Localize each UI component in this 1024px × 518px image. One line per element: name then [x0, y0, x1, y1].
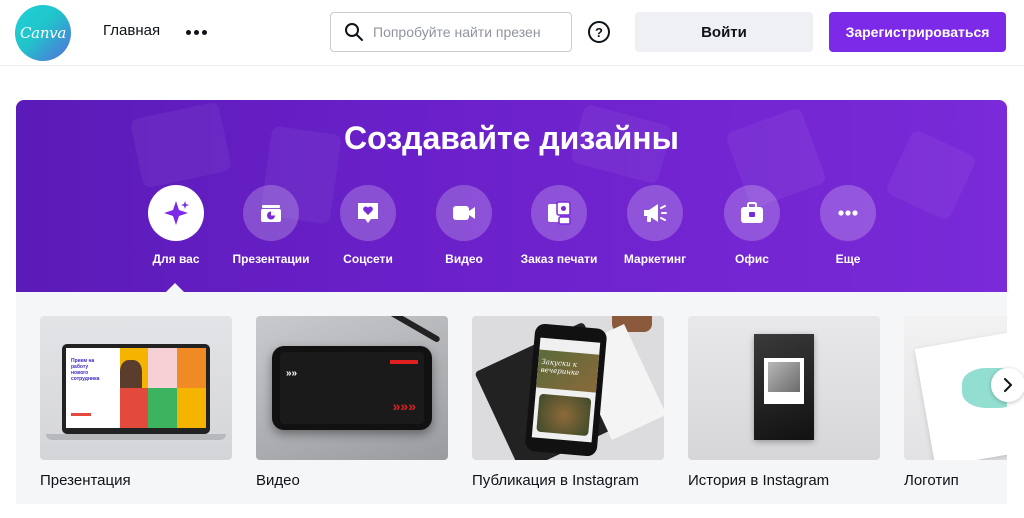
carousel-next-button[interactable]	[991, 368, 1024, 402]
category-label: Еще	[835, 252, 861, 266]
category-marketing[interactable]: Маркетинг	[605, 185, 705, 266]
hero-banner: Создавайте дизайны Для вас Презентации С…	[16, 100, 1007, 292]
template-title: Презентация	[40, 472, 131, 489]
signup-button[interactable]: Зарегистрироваться	[829, 12, 1006, 52]
template-card-video[interactable]: »» »»» Видео	[256, 316, 448, 489]
top-header: Canva Главная ? Войти Зарегистрироваться	[0, 0, 1024, 66]
logo-text: Canva	[20, 24, 66, 42]
search-icon	[345, 23, 363, 41]
slide-text: сотрудника	[71, 376, 100, 382]
instagram-post-thumbnail: Закуски к вечеринке	[472, 316, 664, 460]
video-thumbnail: »» »»»	[256, 316, 448, 460]
print-icon	[548, 201, 571, 225]
category-label: Видео	[445, 252, 483, 266]
category-more[interactable]: Еще	[798, 185, 898, 266]
search-input[interactable]	[373, 24, 558, 40]
more-icon	[838, 210, 858, 216]
category-office[interactable]: Офис	[702, 185, 802, 266]
category-label: Для вас	[152, 252, 200, 266]
more-menu-icon[interactable]	[183, 20, 209, 44]
template-title: Публикация в Instagram	[472, 472, 639, 489]
heart-chat-icon	[358, 203, 378, 223]
template-title: История в Instagram	[688, 472, 830, 489]
nav-home-link[interactable]: Главная	[103, 22, 160, 39]
category-social[interactable]: Соцсети	[318, 185, 418, 266]
video-camera-icon	[453, 206, 475, 220]
category-label: Маркетинг	[623, 252, 687, 266]
category-video[interactable]: Видео	[414, 185, 514, 266]
category-presentations[interactable]: Презентации	[221, 185, 321, 266]
category-label: Соцсети	[343, 252, 393, 266]
sparkle-icon	[164, 201, 189, 225]
chevron-right-icon	[1004, 378, 1012, 392]
template-carousel: Прием на работу нового сотрудника Презен…	[16, 292, 1007, 504]
login-button[interactable]: Войти	[635, 12, 813, 52]
presentation-icon	[261, 205, 281, 222]
category-label: Презентации	[232, 252, 310, 266]
megaphone-icon	[644, 204, 667, 222]
template-card-instagram-story[interactable]: История в Instagram	[688, 316, 880, 489]
category-label: Заказ печати	[520, 252, 598, 266]
briefcase-icon	[741, 202, 763, 223]
template-title: Логотип	[904, 472, 959, 489]
help-icon[interactable]: ?	[588, 21, 610, 43]
template-card-logo[interactable]: Логотип	[904, 316, 1007, 489]
canva-logo[interactable]: Canva	[15, 5, 71, 61]
category-label: Офис	[735, 252, 769, 266]
template-title: Видео	[256, 472, 300, 489]
instagram-story-thumbnail	[688, 316, 880, 460]
template-card-instagram-post[interactable]: Закуски к вечеринке Публикация в Instagr…	[472, 316, 664, 489]
search-box[interactable]	[330, 12, 572, 52]
category-for-you[interactable]: Для вас	[126, 185, 226, 266]
category-print[interactable]: Заказ печати	[509, 185, 609, 266]
template-card-presentation[interactable]: Прием на работу нового сотрудника Презен…	[40, 316, 232, 489]
hero-title: Создавайте дизайны	[344, 120, 679, 156]
presentation-thumbnail: Прием на работу нового сотрудника	[40, 316, 232, 460]
active-category-pointer	[165, 283, 185, 293]
